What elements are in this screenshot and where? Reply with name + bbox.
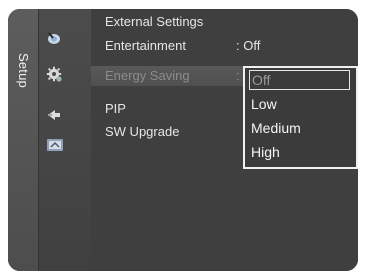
dropdown-option-low[interactable]: Low — [251, 94, 277, 114]
satellite-dish-icon — [48, 32, 60, 44]
dropdown-option-off[interactable]: Off — [249, 70, 350, 90]
menu-item-external-settings[interactable]: External Settings — [91, 12, 350, 32]
sw-upgrade-icon — [47, 139, 63, 151]
dropdown-option-medium[interactable]: Medium — [251, 118, 301, 138]
menu-item-entertainment[interactable]: Entertainment : Off — [91, 36, 350, 56]
dropdown-option-high[interactable]: High — [251, 142, 280, 162]
setup-tab-label: Setup — [16, 53, 31, 88]
gear-icon — [46, 66, 62, 82]
setup-tab[interactable]: Setup — [8, 9, 39, 271]
energy-saving-dropdown[interactable]: Off Low Medium High — [243, 66, 358, 169]
tv-setup-menu-screen: Setup External Settings Entertainment : … — [0, 0, 374, 271]
pip-icon — [48, 110, 60, 120]
